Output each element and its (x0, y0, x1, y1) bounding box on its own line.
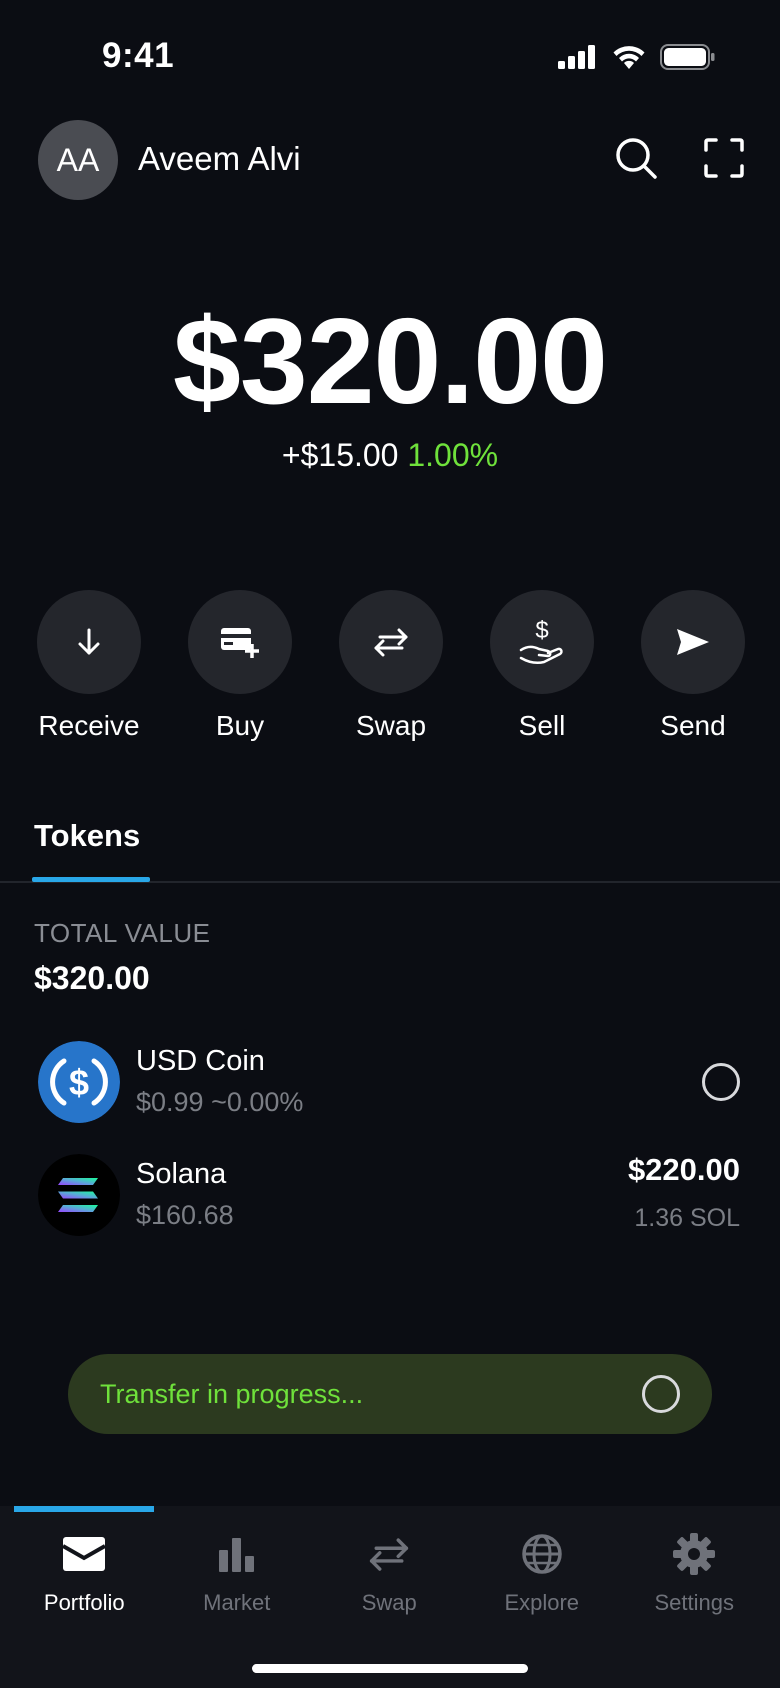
globe-icon (522, 1534, 562, 1574)
receive-button[interactable]: Receive (37, 590, 141, 742)
svg-text:$: $ (69, 1062, 89, 1103)
gear-icon (673, 1533, 716, 1575)
status-time: 9:41 (102, 36, 175, 75)
portfolio-icon (62, 1537, 107, 1571)
avatar-initials: AA (56, 141, 100, 178)
nav-label: Swap (361, 1590, 417, 1615)
solana-logo (38, 1154, 120, 1236)
nav-label: Market (203, 1590, 271, 1615)
status-icons (558, 44, 716, 70)
change-percent: 1.00% (407, 437, 499, 473)
search-button[interactable] (612, 134, 660, 182)
token-name: USD Coin (136, 1045, 265, 1077)
nav-explore[interactable]: Explore (466, 1530, 619, 1616)
token-row-solana[interactable]: Solana $160.68 $220.00 1.36 SOL (38, 1152, 742, 1238)
send-circle[interactable] (641, 590, 745, 694)
buy-circle[interactable] (188, 590, 292, 694)
nav-portfolio[interactable]: Portfolio (8, 1530, 161, 1616)
change-amount: +$15.00 (281, 437, 399, 473)
paper-plane-icon (677, 629, 709, 655)
nav-label: Settings (654, 1590, 735, 1615)
buy-label: Buy (215, 710, 265, 741)
swap-label: Swap (355, 710, 427, 741)
scan-button[interactable] (700, 134, 748, 182)
swap-arrows-icon (370, 1538, 409, 1571)
swap-arrows-icon (374, 628, 408, 657)
nav-label: Portfolio (43, 1590, 125, 1615)
token-name: Solana (136, 1158, 227, 1190)
action-row: Receive Buy Swap $ Sell Send (37, 590, 745, 742)
transfer-toast[interactable]: Transfer in progress... (68, 1354, 712, 1434)
battery-icon (660, 44, 715, 70)
sell-label: Sell (518, 710, 566, 741)
total-balance: $320.00 (173, 293, 608, 429)
svg-text:$: $ (535, 617, 548, 644)
tab-underline (32, 877, 150, 882)
tab-tokens[interactable]: Tokens (34, 818, 140, 854)
search-icon (616, 138, 657, 179)
scan-icon (704, 138, 744, 178)
sell-circle[interactable]: $ (490, 590, 594, 694)
home-indicator[interactable] (252, 1664, 528, 1673)
token-price: $160.68 (136, 1200, 234, 1230)
token-row-usdc[interactable]: $ USD Coin $0.99 ~0.00% (38, 1041, 742, 1125)
avatar[interactable]: AA (38, 120, 118, 200)
toast-message: Transfer in progress... (100, 1378, 364, 1409)
total-value-label: TOTAL VALUE (34, 918, 211, 948)
bar-chart-icon (218, 1538, 254, 1572)
sell-button[interactable]: $ Sell (490, 590, 594, 742)
username[interactable]: Aveem Alvi (138, 140, 301, 178)
send-button[interactable]: Send (641, 590, 745, 742)
nav-label: Explore (504, 1590, 580, 1615)
card-add-icon (221, 628, 259, 658)
arrow-down-icon (78, 628, 100, 655)
swap-button[interactable]: Swap (339, 590, 443, 742)
buy-button[interactable]: Buy (188, 590, 292, 742)
toast-spinner (642, 1375, 680, 1413)
wifi-icon (613, 46, 645, 69)
nav-market[interactable]: Market (161, 1530, 314, 1616)
nav-swap[interactable]: Swap (313, 1530, 466, 1616)
nav-active-indicator (14, 1506, 154, 1512)
balance-change: +$15.00 1.00% (0, 437, 780, 474)
swap-circle[interactable] (339, 590, 443, 694)
total-value: $320.00 (34, 960, 150, 996)
hand-dollar-icon: $ (519, 617, 563, 665)
receive-circle[interactable] (37, 590, 141, 694)
signal-icon (558, 45, 595, 69)
nav-settings[interactable]: Settings (618, 1530, 771, 1616)
token-value: $220.00 (627, 1152, 740, 1187)
receive-label: Receive (38, 710, 140, 741)
send-label: Send (660, 710, 726, 741)
token-amount: 1.36 SOL (634, 1204, 740, 1232)
loading-spinner (702, 1063, 740, 1101)
token-price: $0.99 ~0.00% (136, 1087, 304, 1117)
bottom-nav-items: Portfolio Market Swap Explore Settings (0, 1530, 780, 1616)
usdc-logo: $ (38, 1041, 120, 1123)
